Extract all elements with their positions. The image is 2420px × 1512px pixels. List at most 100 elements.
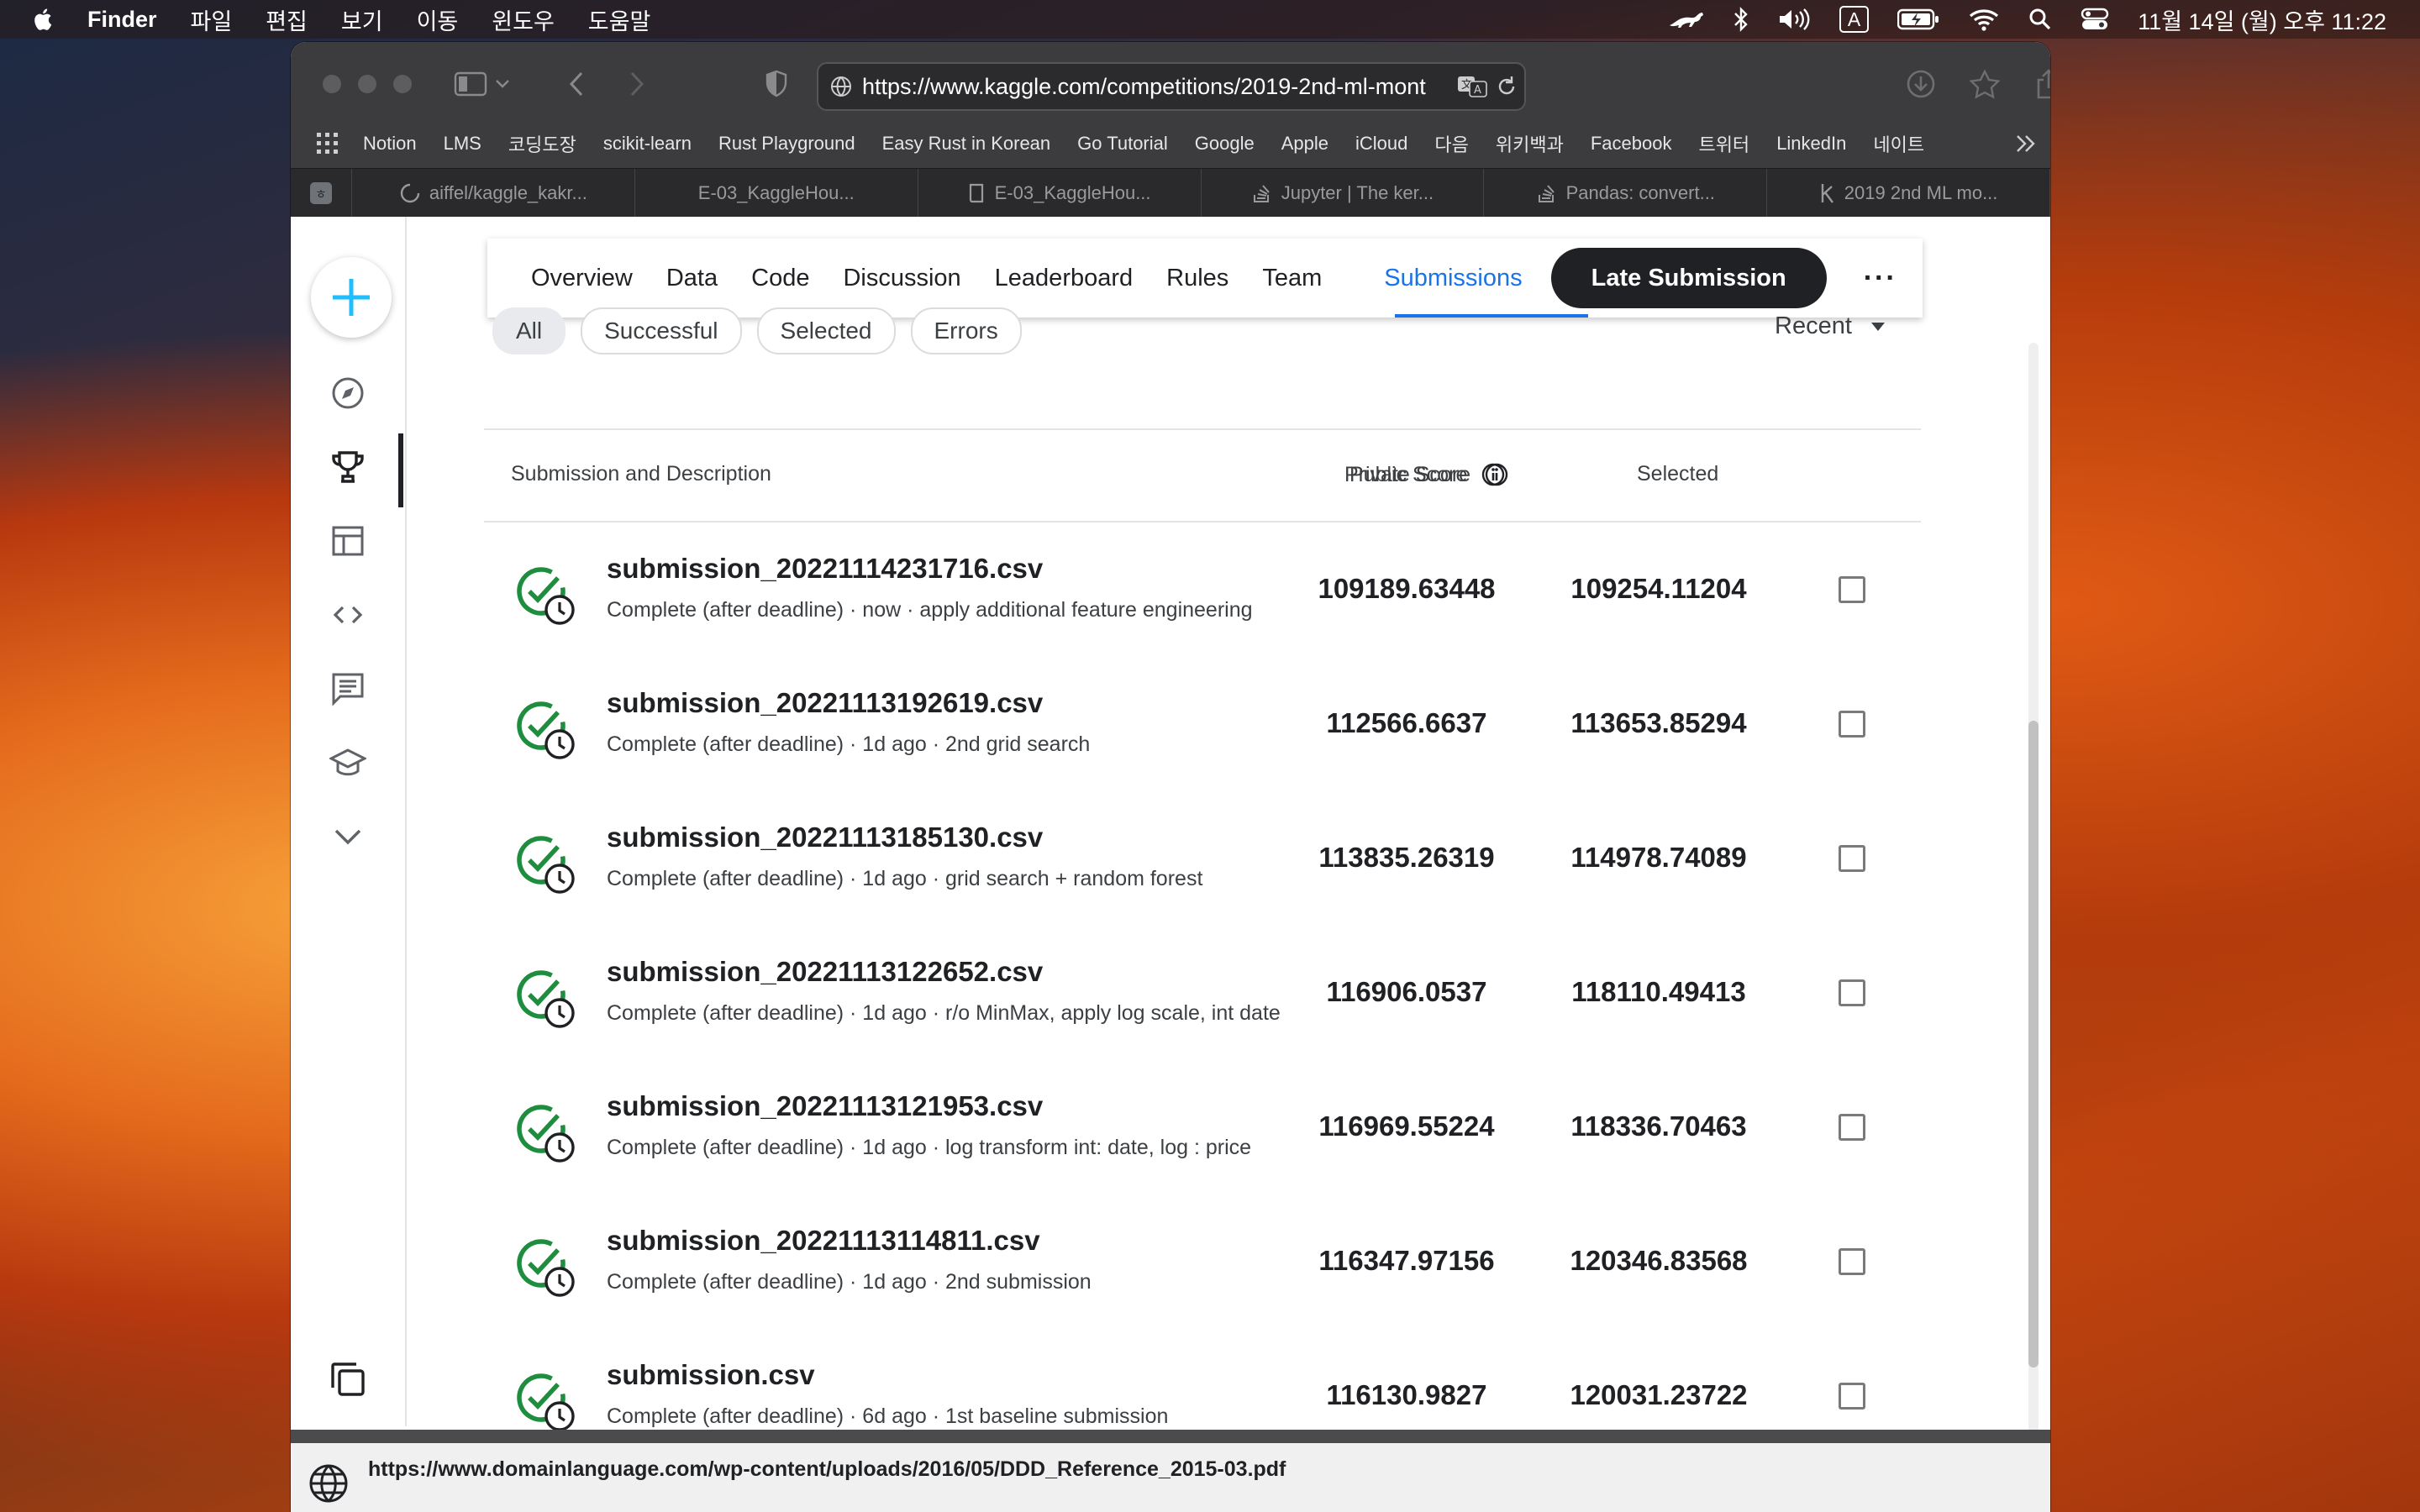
filter-chip-successful[interactable]: Successful: [581, 307, 742, 354]
apps-grid-icon[interactable]: [316, 132, 339, 155]
table-row[interactable]: submission_20221113114811.csv Complete (a…: [484, 1194, 1921, 1329]
bookmark-item[interactable]: iCloud: [1355, 133, 1407, 155]
table-row[interactable]: submission_20221113185130.csv Complete (a…: [484, 791, 1921, 926]
table-row[interactable]: submission_20221113121953.csv Complete (a…: [484, 1060, 1921, 1194]
more-options-button[interactable]: ···: [1864, 262, 1897, 295]
reload-icon[interactable]: [1496, 75, 1518, 98]
select-submission-checkbox[interactable]: [1839, 711, 1865, 738]
apple-icon[interactable]: [30, 6, 57, 33]
tab-submissions[interactable]: Submissions: [1384, 265, 1522, 292]
compass-icon[interactable]: [326, 371, 370, 415]
submission-filename[interactable]: submission_20221114231716.csv: [607, 553, 1043, 585]
tab-code[interactable]: Code: [751, 265, 809, 292]
tab-team[interactable]: Team: [1262, 265, 1322, 292]
table-icon[interactable]: [326, 519, 370, 563]
select-submission-checkbox[interactable]: [1839, 845, 1865, 872]
browser-tab[interactable]: 2019 2nd ML mo...: [1767, 169, 2050, 218]
select-submission-checkbox[interactable]: [1839, 1114, 1865, 1141]
browser-tab[interactable]: Pandas: convert...: [1484, 169, 1768, 218]
tab-discussion[interactable]: Discussion: [843, 265, 960, 292]
create-button[interactable]: [311, 257, 392, 338]
minimize-window-button[interactable]: [358, 75, 376, 93]
back-icon[interactable]: [555, 62, 598, 106]
menu-app-name[interactable]: Finder: [87, 7, 157, 33]
bookmark-item[interactable]: 다음: [1434, 130, 1468, 157]
submission-filename[interactable]: submission_20221113185130.csv: [607, 822, 1043, 853]
submission-filename[interactable]: submission_20221113121953.csv: [607, 1090, 1043, 1122]
trophy-icon[interactable]: [326, 445, 370, 489]
input-source-indicator[interactable]: A: [1839, 6, 1870, 33]
pinned-tab[interactable]: ㅎ: [291, 169, 352, 218]
browser-tab[interactable]: Jupyter | The ker...: [1202, 169, 1485, 218]
select-submission-checkbox[interactable]: [1839, 1383, 1865, 1410]
select-submission-checkbox[interactable]: [1839, 979, 1865, 1006]
menu-help[interactable]: 도움말: [588, 3, 651, 36]
privacy-shield-icon[interactable]: [755, 62, 798, 106]
url-text[interactable]: https://www.kaggle.com/competitions/2019…: [862, 74, 1450, 100]
bookmark-item[interactable]: 코딩도장: [508, 130, 576, 157]
expand-more-icon[interactable]: [326, 815, 370, 858]
sidebar-toggle-icon[interactable]: [449, 62, 492, 106]
bookmark-item[interactable]: LMS: [444, 133, 481, 155]
tab-overview[interactable]: Overview: [531, 265, 633, 292]
filter-chip-all[interactable]: All: [492, 307, 566, 354]
browser-tab[interactable]: E-03_KaggleHou...: [635, 169, 918, 218]
tab-rules[interactable]: Rules: [1166, 265, 1228, 292]
learn-graduation-cap-icon[interactable]: [326, 741, 370, 785]
discussion-icon[interactable]: [326, 667, 370, 711]
menu-edit[interactable]: 편집: [266, 3, 308, 36]
volume-icon[interactable]: [1777, 7, 1811, 32]
info-icon[interactable]: [1481, 462, 1506, 487]
tab-leaderboard[interactable]: Leaderboard: [995, 265, 1133, 292]
bookmark-item[interactable]: 트위터: [1698, 130, 1749, 157]
translate-icon[interactable]: 文A: [1457, 74, 1487, 99]
menu-view[interactable]: 보기: [341, 3, 383, 36]
menu-go[interactable]: 이동: [417, 3, 459, 36]
wifi-icon[interactable]: [1968, 7, 2000, 32]
submission-filename[interactable]: submission.csv: [607, 1359, 815, 1391]
table-row[interactable]: submission_20221113122652.csv Complete (a…: [484, 926, 1921, 1060]
bookmark-item[interactable]: Go Tutorial: [1077, 133, 1168, 155]
chevron-down-icon[interactable]: [492, 62, 513, 106]
menu-window[interactable]: 윈도우: [492, 3, 555, 36]
spotlight-search-icon[interactable]: [2028, 7, 2052, 32]
zoom-window-button[interactable]: [393, 75, 412, 93]
ferret-app-icon[interactable]: [1668, 7, 1705, 32]
bookmark-item[interactable]: Rust Playground: [718, 133, 855, 155]
table-row[interactable]: submission_20221113192619.csv Complete (a…: [484, 657, 1921, 791]
copy-icon[interactable]: [328, 1359, 368, 1404]
bookmark-item[interactable]: 네이트: [1873, 130, 1924, 157]
downloads-icon[interactable]: [1899, 62, 1943, 106]
select-submission-checkbox[interactable]: [1839, 576, 1865, 603]
bookmark-item[interactable]: LinkedIn: [1776, 133, 1846, 155]
bookmark-item[interactable]: 위키백과: [1496, 130, 1564, 157]
submission-filename[interactable]: submission_20221113122652.csv: [607, 956, 1043, 988]
menubar-clock[interactable]: 11월 14일 (월) 오후 11:22: [2138, 3, 2386, 36]
sort-select[interactable]: Recent: [1775, 312, 1886, 340]
page-scrollbar[interactable]: [2027, 343, 2039, 1485]
bookmark-item[interactable]: scikit-learn: [603, 133, 692, 155]
submission-filename[interactable]: submission_20221113114811.csv: [607, 1225, 1040, 1257]
filter-chip-errors[interactable]: Errors: [910, 307, 1022, 354]
tab-data[interactable]: Data: [666, 265, 718, 292]
control-center-icon[interactable]: [2081, 7, 2109, 32]
browser-tab[interactable]: E-03_KaggleHou...: [918, 169, 1202, 218]
code-icon[interactable]: [326, 593, 370, 637]
bookmark-item[interactable]: Google: [1195, 133, 1255, 155]
share-icon[interactable]: [2027, 62, 2050, 106]
table-row[interactable]: submission_20221114231716.csv Complete (a…: [484, 522, 1921, 657]
forward-icon[interactable]: [615, 62, 659, 106]
scrollbar-thumb[interactable]: [2028, 721, 2039, 1368]
close-window-button[interactable]: [323, 75, 341, 93]
submission-filename[interactable]: submission_20221113192619.csv: [607, 687, 1043, 719]
bookmark-item[interactable]: Notion: [363, 133, 417, 155]
menu-file[interactable]: 파일: [191, 3, 233, 36]
battery-icon[interactable]: [1897, 8, 1939, 30]
browser-tab[interactable]: aiffel/kaggle_kakr...: [352, 169, 635, 218]
filter-chip-selected[interactable]: Selected: [756, 307, 896, 354]
bookmark-star-icon[interactable]: [1963, 62, 2007, 106]
bookmark-item[interactable]: Apple: [1281, 133, 1328, 155]
address-bar[interactable]: https://www.kaggle.com/competitions/2019…: [817, 62, 1526, 111]
bluetooth-icon[interactable]: [1733, 7, 1749, 32]
bookmarks-overflow-icon[interactable]: [2015, 134, 2037, 154]
